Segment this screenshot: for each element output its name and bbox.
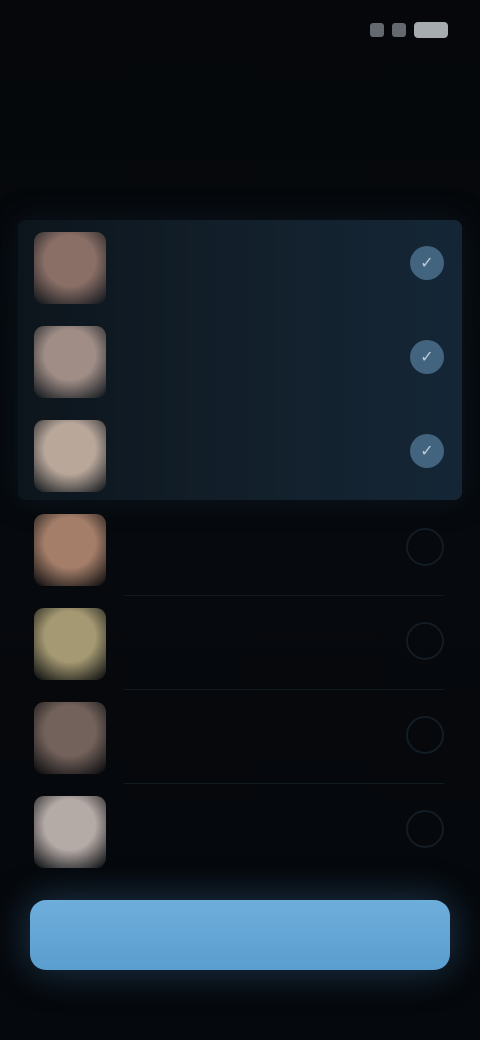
status-bar [0,0,480,60]
app-screen: ✓ ✓ ✓ [0,0,480,1040]
page-headline [60,140,420,230]
list-item[interactable] [0,596,480,690]
header-title [0,80,480,110]
list-item[interactable] [0,690,480,784]
avatar [34,326,106,398]
battery-icon [414,22,448,38]
signal-icon [370,23,384,37]
contact-name [124,616,364,640]
checkbox-icon[interactable] [406,716,444,754]
checkbox-icon[interactable] [406,528,444,566]
contact-name [124,334,364,358]
skip-button[interactable] [412,82,452,108]
contact-subtitle [124,362,384,382]
list-item[interactable] [0,502,480,596]
contact-name [124,240,364,264]
contact-name [124,522,364,546]
avatar [34,702,106,774]
contact-name [124,804,364,828]
contact-subtitle [124,832,384,852]
status-time [34,18,114,40]
list-item[interactable]: ✓ [0,314,480,408]
contact-subtitle [124,738,384,758]
contact-subtitle [124,644,384,664]
continue-button[interactable] [30,900,450,970]
checkbox-icon[interactable] [406,622,444,660]
contact-subtitle [124,268,384,288]
checkbox-icon[interactable]: ✓ [410,340,444,374]
list-item[interactable] [0,784,480,878]
avatar [34,420,106,492]
list-item[interactable]: ✓ [0,408,480,502]
list-item[interactable]: ✓ [0,220,480,314]
avatar [34,796,106,868]
contact-subtitle [124,456,384,476]
avatar [34,514,106,586]
checkbox-icon[interactable] [406,810,444,848]
avatar [34,232,106,304]
contact-name [124,428,364,452]
contact-subtitle [124,550,384,570]
checkbox-icon[interactable]: ✓ [410,434,444,468]
contact-list: ✓ ✓ ✓ [0,220,480,880]
checkbox-icon[interactable]: ✓ [410,246,444,280]
avatar [34,608,106,680]
wifi-icon [392,23,406,37]
contact-name [124,710,364,734]
status-icons [338,20,448,40]
